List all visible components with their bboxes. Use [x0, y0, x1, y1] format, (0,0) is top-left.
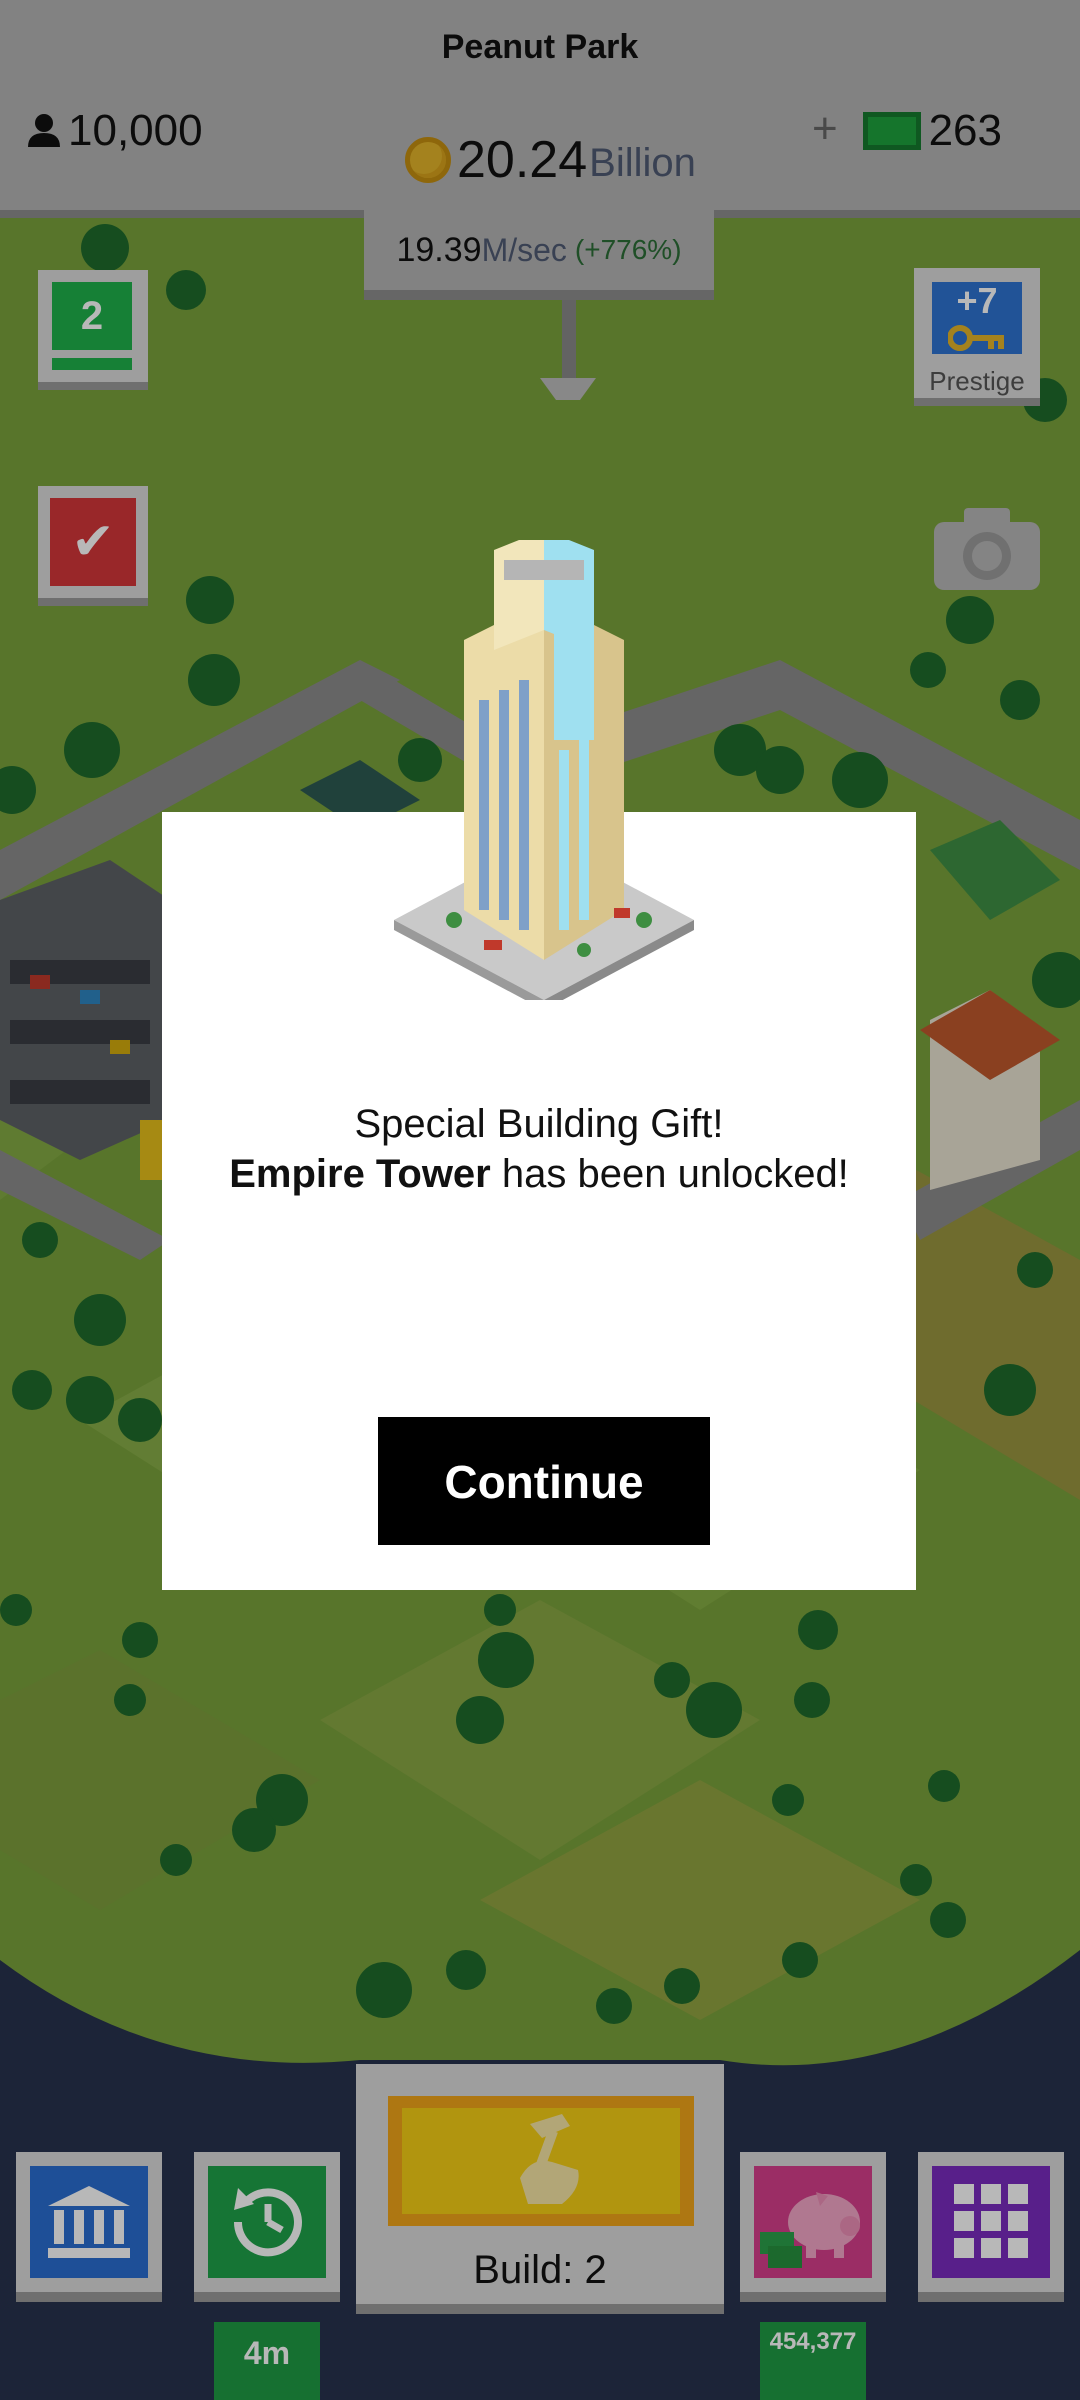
hammer-hand-icon — [520, 2114, 579, 2204]
coin-unit: Billion — [589, 140, 696, 185]
level-value: 2 — [52, 282, 132, 350]
build-button[interactable]: Build: 2 — [356, 2064, 724, 2314]
coin-balance: 20.24 Billion — [405, 130, 696, 190]
gift-title: Special Building Gift! — [354, 1102, 724, 1146]
prestige-label: Prestige — [929, 366, 1025, 396]
bank-button[interactable] — [16, 2152, 162, 2302]
checkmark-icon: ✔ — [50, 498, 136, 586]
build-button-fill — [402, 2108, 680, 2214]
piggy-bank-button[interactable] — [740, 2152, 886, 2302]
build-count-label: Build: 2 — [473, 2248, 607, 2292]
prestige-button[interactable]: +7 Prestige — [914, 268, 1040, 406]
tasks-button[interactable]: ✔ — [38, 486, 148, 606]
empire-tower-illustration — [394, 540, 694, 1000]
park-name: Peanut Park — [441, 28, 639, 66]
population-counter: 10,000 — [26, 106, 203, 156]
income-rate: 19.39 M/sec (+776%) — [364, 210, 714, 300]
level-progress-bar — [52, 358, 132, 370]
menu-grid-button[interactable] — [918, 2152, 1064, 2302]
population-value: 10,000 — [68, 106, 203, 155]
cash-value: 263 — [928, 106, 1002, 155]
continue-button[interactable]: Continue — [378, 1417, 710, 1545]
piggy-bank-icon — [760, 2192, 860, 2268]
bank-button-fill — [30, 2166, 148, 2278]
coin-value: 20.24 — [457, 131, 588, 189]
person-icon — [28, 114, 60, 147]
gift-message-rest: has been unlocked! — [490, 1152, 849, 1196]
buy-cash-plus-button[interactable]: + — [812, 104, 838, 154]
coin-icon — [405, 137, 451, 183]
piggy-bank-button-fill — [754, 2166, 872, 2278]
level-button[interactable]: 2 — [38, 270, 148, 390]
gift-message: Empire Tower has been unlocked! — [162, 1152, 916, 1197]
grid-icon — [954, 2184, 1028, 2258]
time-warp-button[interactable] — [194, 2152, 340, 2302]
menu-grid-button-fill — [932, 2166, 1050, 2278]
top-hud: Peanut Park 10,000 20.24 Billion + 263 — [0, 0, 1080, 218]
piggy-bank-value: 454,377 — [760, 2322, 866, 2400]
time-warp-timer: 4m — [214, 2322, 320, 2400]
prestige-bonus: +7 — [956, 280, 998, 321]
bank-icon — [48, 2186, 130, 2258]
cash-balance[interactable]: 263 — [862, 106, 1002, 156]
camera-icon[interactable] — [934, 508, 1040, 590]
clock-refresh-icon — [233, 2188, 302, 2257]
key-icon — [948, 325, 1004, 351]
time-warp-button-fill — [208, 2166, 326, 2278]
rate-value: 19.39 — [396, 230, 482, 269]
cash-bill-icon — [862, 112, 921, 150]
rate-unit: M/sec — [481, 231, 567, 268]
building-name: Empire Tower — [229, 1152, 491, 1196]
rate-percent: (+776%) — [574, 234, 682, 265]
